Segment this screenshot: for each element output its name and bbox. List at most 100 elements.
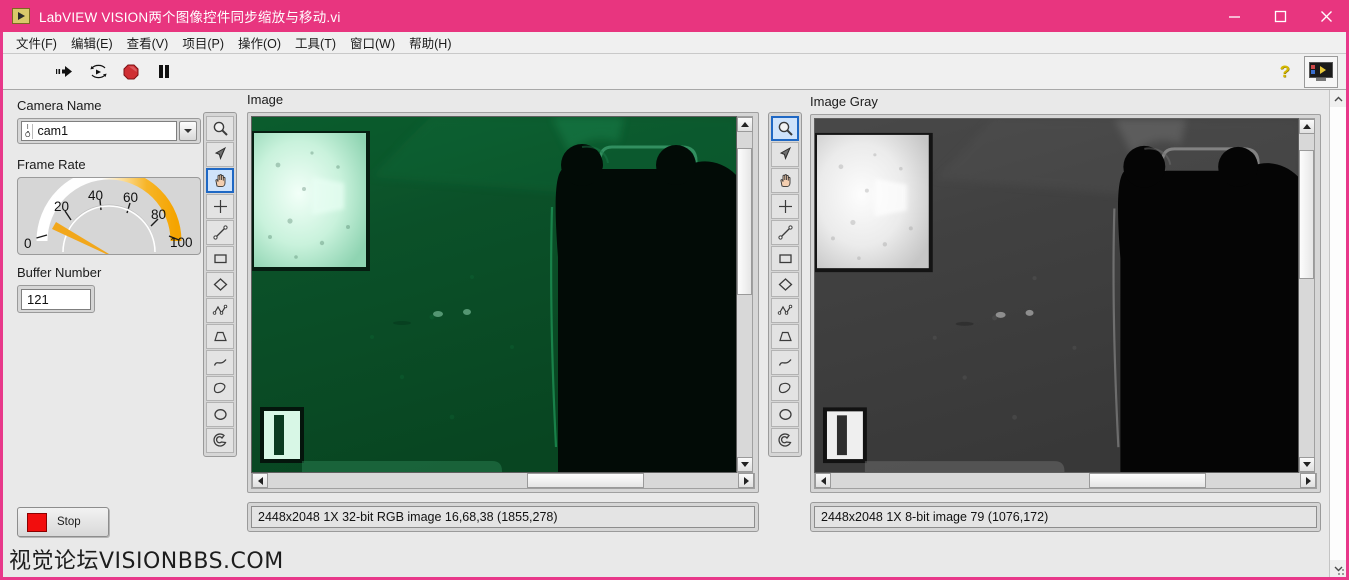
- run-arrow-icon[interactable]: [55, 62, 75, 82]
- freehand-region-tool-icon[interactable]: [206, 376, 234, 401]
- title-bar: LabVIEW VISION两个图像控件同步缩放与移动.vi: [0, 0, 1349, 32]
- gray-image-group: Image Gray 2448x2048 1X 8-bit image 79 (…: [810, 90, 1321, 577]
- abort-execution-icon[interactable]: [121, 62, 141, 82]
- menu-project[interactable]: 项目(P): [175, 31, 231, 54]
- gray-hscroll-left-button[interactable]: [815, 473, 831, 488]
- gray-image-tool-palette: [768, 112, 802, 457]
- gray-vscroll-thumb[interactable]: [1299, 150, 1314, 280]
- color-hscroll-thumb[interactable]: [526, 473, 644, 488]
- freehand-region-tool-icon[interactable]: [771, 376, 799, 401]
- gray-vscroll-down-button[interactable]: [1299, 457, 1315, 472]
- panel-vscrollbar[interactable]: [1329, 90, 1346, 577]
- gray-image-canvas[interactable]: [814, 118, 1299, 473]
- line-tool-icon[interactable]: [206, 220, 234, 245]
- color-hscroll-track[interactable]: [268, 473, 738, 488]
- freehand-line-tool-icon[interactable]: [206, 350, 234, 375]
- labview-vi-icon: [12, 8, 30, 24]
- camera-name-value: cam1: [37, 124, 69, 138]
- front-panel: Camera Name IO cam1 Frame Rate 0 20 40 6…: [3, 90, 1346, 577]
- minimize-button[interactable]: [1211, 0, 1257, 32]
- menu-help[interactable]: 帮助(H): [402, 31, 458, 54]
- gray-hscroll-thumb[interactable]: [1088, 473, 1207, 488]
- gauge-dial: 0 20 40 60 80 100: [24, 178, 193, 254]
- gray-hscroll-right-button[interactable]: [1300, 473, 1316, 488]
- rectangle-tool-icon[interactable]: [771, 246, 799, 271]
- color-image-label: Image: [247, 92, 284, 107]
- oval-tool-icon[interactable]: [206, 402, 234, 427]
- point-crosshair-tool-icon[interactable]: [206, 194, 234, 219]
- gray-image-hscrollbar[interactable]: [814, 473, 1317, 489]
- buffer-number-label: Buffer Number: [17, 265, 102, 280]
- watermark-text: 视觉论坛VISIONBBS.COM: [9, 549, 284, 574]
- close-button[interactable]: [1303, 0, 1349, 32]
- polygon-tool-icon[interactable]: [771, 324, 799, 349]
- context-help-question-icon[interactable]: ?: [1280, 62, 1290, 82]
- svg-text:60: 60: [123, 190, 138, 205]
- oval-tool-icon[interactable]: [771, 402, 799, 427]
- resize-grip-icon[interactable]: [1335, 566, 1344, 575]
- menu-file[interactable]: 文件(F): [9, 31, 64, 54]
- camera-name-combo[interactable]: IO cam1: [17, 118, 201, 144]
- polygon-tool-icon[interactable]: [206, 324, 234, 349]
- frame-rate-gauge[interactable]: 0 20 40 60 80 100: [17, 177, 201, 255]
- menu-operate[interactable]: 操作(O): [231, 31, 288, 54]
- gray-image-vscrollbar[interactable]: [1299, 118, 1315, 473]
- gray-vscroll-track[interactable]: [1299, 134, 1314, 457]
- stop-button[interactable]: Stop: [17, 507, 109, 537]
- zoom-tool-icon[interactable]: [771, 116, 799, 141]
- rotated-rectangle-tool-icon[interactable]: [206, 272, 234, 297]
- chevron-down-icon[interactable]: [179, 121, 197, 141]
- annulus-tool-icon[interactable]: [771, 428, 799, 453]
- io-refnum-icon: IO: [25, 123, 34, 139]
- color-image-hscrollbar[interactable]: [251, 473, 755, 489]
- rectangle-tool-icon[interactable]: [206, 246, 234, 271]
- color-image-canvas[interactable]: [251, 116, 737, 473]
- window-title: LabVIEW VISION两个图像控件同步缩放与移动.vi: [39, 10, 341, 25]
- menu-edit[interactable]: 编辑(E): [64, 31, 120, 54]
- gray-image-display: [810, 114, 1321, 493]
- color-image-status-bar: 2448x2048 1X 32-bit RGB image 16,68,38 (…: [247, 502, 759, 532]
- show-block-diagram-icon[interactable]: [1304, 55, 1338, 88]
- menu-bar: 文件(F) 编辑(E) 查看(V) 项目(P) 操作(O) 工具(T) 窗口(W…: [3, 32, 1346, 54]
- buffer-number-value: 121: [21, 288, 91, 310]
- color-image-group: Image 2448x2048 1X 32-bit RGB image 16,6…: [247, 90, 759, 577]
- menu-window[interactable]: 窗口(W): [343, 31, 402, 54]
- camera-name-input[interactable]: IO cam1: [21, 121, 177, 141]
- app-window: LabVIEW VISION两个图像控件同步缩放与移动.vi 文件(F) 编辑(…: [0, 0, 1349, 580]
- panel-scroll-up-button[interactable]: [1330, 90, 1346, 107]
- color-image-vscrollbar[interactable]: [737, 116, 753, 473]
- color-vscroll-up-button[interactable]: [737, 117, 753, 132]
- run-continuously-icon[interactable]: [88, 62, 108, 82]
- color-vscroll-down-button[interactable]: [737, 457, 753, 472]
- menu-tools[interactable]: 工具(T): [288, 31, 343, 54]
- svg-text:80: 80: [151, 207, 166, 222]
- pan-hand-tool-icon[interactable]: [771, 168, 799, 193]
- selection-arrow-tool-icon[interactable]: [771, 142, 799, 167]
- menu-view[interactable]: 查看(V): [120, 31, 176, 54]
- polyline-tool-icon[interactable]: [206, 298, 234, 323]
- maximize-button[interactable]: [1257, 0, 1303, 32]
- color-vscroll-thumb[interactable]: [737, 148, 752, 295]
- panel-scroll-track[interactable]: [1330, 107, 1346, 560]
- svg-text:0: 0: [24, 236, 32, 251]
- selection-arrow-tool-icon[interactable]: [206, 142, 234, 167]
- polyline-tool-icon[interactable]: [771, 298, 799, 323]
- color-hscroll-right-button[interactable]: [738, 473, 754, 488]
- rotated-rectangle-tool-icon[interactable]: [771, 272, 799, 297]
- gray-hscroll-track[interactable]: [831, 473, 1300, 488]
- color-image-tools-wrap: [203, 90, 237, 577]
- gray-vscroll-up-button[interactable]: [1299, 119, 1315, 134]
- line-tool-icon[interactable]: [771, 220, 799, 245]
- pause-icon[interactable]: [154, 62, 174, 82]
- pan-hand-tool-icon[interactable]: [206, 168, 234, 193]
- stop-button-label: Stop: [57, 516, 81, 528]
- freehand-line-tool-icon[interactable]: [771, 350, 799, 375]
- color-vscroll-track[interactable]: [737, 132, 752, 457]
- buffer-number-indicator[interactable]: 121: [17, 285, 95, 313]
- run-toolbar: ?: [3, 54, 1346, 90]
- annulus-tool-icon[interactable]: [206, 428, 234, 453]
- zoom-tool-icon[interactable]: [206, 116, 234, 141]
- color-hscroll-left-button[interactable]: [252, 473, 268, 488]
- point-crosshair-tool-icon[interactable]: [771, 194, 799, 219]
- gray-image-label: Image Gray: [810, 94, 878, 109]
